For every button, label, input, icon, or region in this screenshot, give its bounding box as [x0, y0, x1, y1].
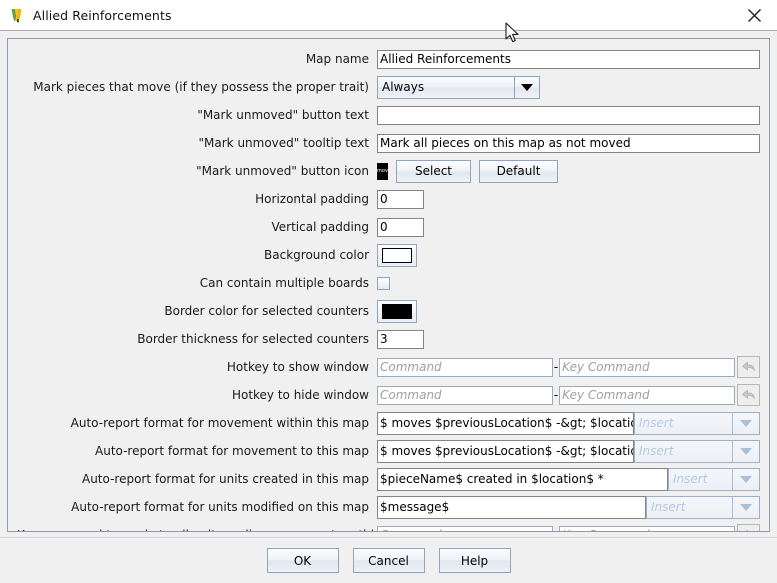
auto-report-movement-to-map-input[interactable]: $ moves $previousLocation$ -&gt; $locati… — [377, 440, 634, 463]
title-bar: Allied Reinforcements — [0, 0, 777, 31]
row-auto-report-movement-within-map: Auto-report format for movement within t… — [17, 409, 760, 437]
undo-icon[interactable] — [737, 356, 760, 378]
row-auto-report-movement-to-map: Auto-report format for movement to this … — [17, 437, 760, 465]
mark-unmoved-button-text-input[interactable] — [377, 106, 760, 125]
row-key-command-units-ending-movement: Key command to apply to all units ending… — [17, 521, 760, 532]
key-command-ending-movement-key-input[interactable]: Key Command — [559, 526, 735, 533]
label-hotkey-to-hide-window: Hotkey to hide window — [17, 388, 377, 402]
label-border-thickness-for-selected-counters: Border thickness for selected counters — [17, 332, 377, 346]
row-can-contain-multiple-boards: Can contain multiple boards — [17, 269, 760, 297]
border-color-value — [382, 304, 412, 319]
can-contain-multiple-boards-checkbox[interactable] — [377, 277, 390, 290]
label-map-name: Map name — [17, 52, 377, 66]
mark-pieces-that-move-value: Always — [378, 77, 515, 98]
label-mark-unmoved-tooltip-text: "Mark unmoved" tooltip text — [17, 136, 377, 150]
insert-label: Insert — [635, 413, 733, 434]
auto-report-movement-within-map-input[interactable]: $ moves $previousLocation$ -&gt; $locati… — [377, 412, 634, 435]
ok-button[interactable]: OK — [267, 548, 339, 573]
insert-dropdown-units-modified[interactable]: Insert — [646, 496, 760, 519]
default-icon-button[interactable]: Default — [479, 160, 558, 183]
content-area: Map name Allied Reinforcements Mark piec… — [0, 31, 777, 532]
vassal-logo-icon — [9, 7, 26, 24]
settings-panel: Map name Allied Reinforcements Mark piec… — [7, 38, 770, 532]
key-command-ending-movement-command-input[interactable]: Command — [377, 526, 553, 533]
row-hotkey-to-show-window: Hotkey to show window Command - Key Comm… — [17, 353, 760, 381]
hotkey-hide-key-input[interactable]: Key Command — [559, 386, 735, 405]
row-border-color-for-selected-counters: Border color for selected counters — [17, 297, 760, 325]
dialog-window: Allied Reinforcements Map name Allied Re… — [0, 0, 777, 570]
row-map-name: Map name Allied Reinforcements — [17, 45, 760, 73]
chevron-down-icon[interactable] — [515, 77, 539, 98]
auto-report-units-modified-input[interactable]: $message$ — [377, 496, 646, 519]
insert-dropdown-movement-to-map[interactable]: Insert — [634, 440, 760, 463]
undo-icon[interactable] — [737, 524, 760, 532]
chevron-down-icon[interactable] — [733, 497, 759, 518]
label-auto-report-units-modified: Auto-report format for units modified on… — [17, 500, 377, 514]
insert-dropdown-movement-within-map[interactable]: Insert — [634, 412, 760, 435]
chevron-down-icon[interactable] — [733, 441, 759, 462]
label-auto-report-movement-to-map: Auto-report format for movement to this … — [17, 444, 377, 458]
border-thickness-input[interactable]: 3 — [377, 330, 424, 349]
insert-label: Insert — [647, 497, 733, 518]
row-auto-report-units-modified: Auto-report format for units modified on… — [17, 493, 760, 521]
label-horizontal-padding: Horizontal padding — [17, 192, 377, 206]
mark-pieces-that-move-select[interactable]: Always — [377, 76, 540, 99]
insert-label: Insert — [635, 441, 733, 462]
dialog-button-bar: OK Cancel Help — [0, 537, 777, 583]
label-key-command-units-ending-movement: Key command to apply to all units ending… — [17, 528, 377, 532]
horizontal-padding-input[interactable]: 0 — [377, 190, 424, 209]
label-border-color-for-selected-counters: Border color for selected counters — [17, 304, 377, 318]
row-horizontal-padding: Horizontal padding 0 — [17, 185, 760, 213]
row-border-thickness-for-selected-counters: Border thickness for selected counters 3 — [17, 325, 760, 353]
row-mark-pieces-that-move: Mark pieces that move (if they possess t… — [17, 73, 760, 101]
button-icon-preview[interactable]: mov — [377, 163, 388, 180]
label-mark-unmoved-button-text: "Mark unmoved" button text — [17, 108, 377, 122]
cancel-button[interactable]: Cancel — [353, 548, 425, 573]
row-mark-unmoved-button-icon: "Mark unmoved" button icon mov Select De… — [17, 157, 760, 185]
help-button[interactable]: Help — [439, 548, 511, 573]
row-auto-report-units-created: Auto-report format for units created in … — [17, 465, 760, 493]
border-color-swatch[interactable] — [377, 300, 417, 323]
label-can-contain-multiple-boards: Can contain multiple boards — [17, 276, 377, 290]
vertical-padding-input[interactable]: 0 — [377, 218, 424, 237]
row-background-color: Background color — [17, 241, 760, 269]
label-mark-pieces-that-move: Mark pieces that move (if they possess t… — [17, 80, 377, 94]
undo-icon[interactable] — [737, 384, 760, 406]
auto-report-units-created-input[interactable]: $pieceName$ created in $location$ * — [377, 468, 668, 491]
label-vertical-padding: Vertical padding — [17, 220, 377, 234]
label-hotkey-to-show-window: Hotkey to show window — [17, 360, 377, 374]
hotkey-show-key-input[interactable]: Key Command — [559, 358, 735, 377]
background-color-value — [382, 248, 412, 263]
map-name-input[interactable]: Allied Reinforcements — [377, 50, 760, 69]
insert-dropdown-units-created[interactable]: Insert — [668, 468, 760, 491]
row-mark-unmoved-button-text: "Mark unmoved" button text — [17, 101, 760, 129]
hotkey-hide-command-input[interactable]: Command — [377, 386, 553, 405]
row-vertical-padding: Vertical padding 0 — [17, 213, 760, 241]
row-mark-unmoved-tooltip-text: "Mark unmoved" tooltip text Mark all pie… — [17, 129, 760, 157]
label-auto-report-units-created: Auto-report format for units created in … — [17, 472, 377, 486]
chevron-down-icon[interactable] — [733, 469, 759, 490]
label-background-color: Background color — [17, 248, 377, 262]
label-mark-unmoved-button-icon: "Mark unmoved" button icon — [17, 164, 377, 178]
select-icon-button[interactable]: Select — [396, 160, 471, 183]
insert-label: Insert — [669, 469, 733, 490]
close-icon[interactable] — [741, 2, 767, 28]
window-title: Allied Reinforcements — [33, 8, 741, 23]
label-auto-report-movement-within-map: Auto-report format for movement within t… — [17, 416, 377, 430]
background-color-swatch[interactable] — [377, 244, 417, 267]
row-hotkey-to-hide-window: Hotkey to hide window Command - Key Comm… — [17, 381, 760, 409]
hotkey-show-command-input[interactable]: Command — [377, 358, 553, 377]
chevron-down-icon[interactable] — [733, 413, 759, 434]
mark-unmoved-tooltip-text-input[interactable]: Mark all pieces on this map as not moved — [377, 134, 760, 153]
